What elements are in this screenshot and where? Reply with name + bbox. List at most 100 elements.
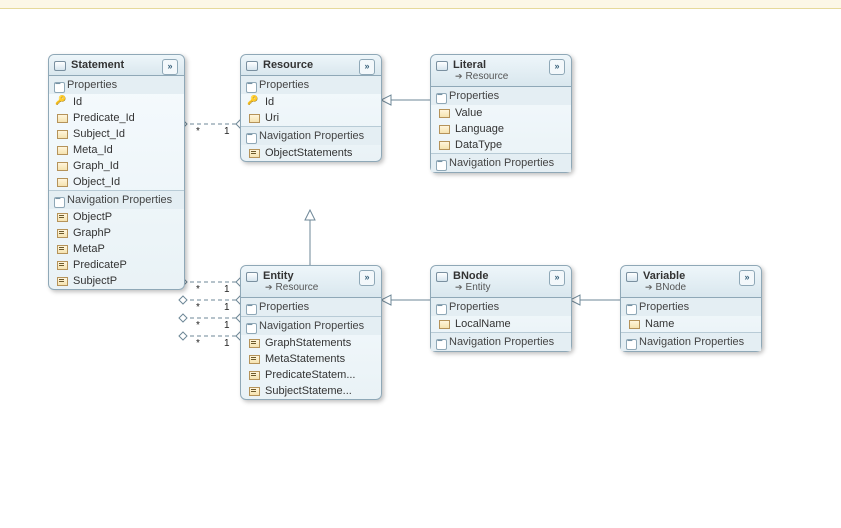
entity-bnode[interactable]: BNode Entity » Properties LocalName Navi… [430,265,572,352]
entity-icon [625,270,639,284]
nav-properties-section: Navigation Properties [621,333,761,351]
scalar-icon [55,144,69,156]
section-header[interactable]: Navigation Properties [431,333,571,351]
multiplicity-label: * [196,284,200,295]
collapse-icon[interactable]: » [359,59,375,75]
properties-section: Properties Id Predicate_Id Subject_Id Me… [49,76,184,191]
entity-literal[interactable]: Literal Resource » Properties Value Lang… [430,54,572,173]
property-row[interactable]: Object_Id [49,174,184,190]
property-row[interactable]: LocalName [431,316,571,332]
multiplicity-label: 1 [224,126,230,137]
section-header[interactable]: Properties [431,298,571,316]
nav-row[interactable]: PredicateP [49,257,184,273]
multiplicity-label: 1 [224,338,230,349]
nav-row[interactable]: GraphP [49,225,184,241]
nav-properties-section: Navigation Properties ObjectP GraphP Met… [49,191,184,289]
multiplicity-label: * [196,126,200,137]
multiplicity-label: * [196,338,200,349]
properties-section: Properties [241,298,381,317]
property-row[interactable]: Graph_Id [49,158,184,174]
property-row[interactable]: Uri [241,110,381,126]
collapse-icon[interactable]: » [739,270,755,286]
scalar-icon [247,112,261,124]
entity-entity[interactable]: Entity Resource » Properties Navigation … [240,265,382,400]
multiplicity-label: 1 [224,320,230,331]
entity-title[interactable]: Entity Resource » [241,266,381,298]
scalar-icon [437,318,451,330]
nav-icon [55,259,69,271]
nav-icon [247,337,261,349]
entity-icon [53,59,67,73]
multiplicity-label: 1 [224,302,230,313]
scalar-icon [55,128,69,140]
scalar-icon [55,160,69,172]
section-header[interactable]: Properties [49,76,184,94]
nav-row[interactable]: SubjectStateme... [241,383,381,399]
scalar-icon [627,318,641,330]
nav-row[interactable]: MetaStatements [241,351,381,367]
entity-icon [435,270,449,284]
nav-row[interactable]: ObjectP [49,209,184,225]
properties-section: Properties Value Language DataType [431,87,571,154]
nav-row[interactable]: SubjectP [49,273,184,289]
section-header[interactable]: Navigation Properties [621,333,761,351]
entity-icon [245,59,259,73]
scalar-icon [437,107,451,119]
entity-title[interactable]: Resource » [241,55,381,76]
key-icon [247,96,261,108]
key-icon [55,96,69,108]
properties-section: Properties Id Uri [241,76,381,127]
entity-title[interactable]: BNode Entity » [431,266,571,298]
section-header[interactable]: Properties [241,298,381,316]
entity-resource[interactable]: Resource » Properties Id Uri Navigation … [240,54,382,162]
collapse-icon[interactable]: » [359,270,375,286]
nav-icon [55,275,69,287]
properties-section: Properties Name [621,298,761,333]
property-row[interactable]: Value [431,105,571,121]
nav-icon [247,369,261,381]
nav-icon [55,227,69,239]
property-row[interactable]: Name [621,316,761,332]
entity-title-text: Variable [643,270,685,282]
entity-title[interactable]: Variable BNode » [621,266,761,298]
entity-title-text: Literal [453,59,486,71]
property-row[interactable]: Language [431,121,571,137]
nav-icon [247,353,261,365]
entity-title[interactable]: Statement » [49,55,184,76]
property-row[interactable]: Id [49,94,184,110]
nav-row[interactable]: PredicateStatem... [241,367,381,383]
entity-title[interactable]: Literal Resource » [431,55,571,87]
collapse-icon[interactable]: » [549,270,565,286]
section-header[interactable]: Properties [431,87,571,105]
section-header[interactable]: Navigation Properties [241,317,381,335]
collapse-icon[interactable]: » [162,59,178,75]
section-header[interactable]: Properties [241,76,381,94]
section-header[interactable]: Navigation Properties [49,191,184,209]
property-row[interactable]: Subject_Id [49,126,184,142]
section-header[interactable]: Properties [621,298,761,316]
nav-properties-section: Navigation Properties [431,154,571,172]
multiplicity-label: 1 [224,284,230,295]
property-row[interactable]: Meta_Id [49,142,184,158]
entity-variable[interactable]: Variable BNode » Properties Name Navigat… [620,265,762,352]
nav-row[interactable]: ObjectStatements [241,145,381,161]
scalar-icon [437,123,451,135]
collapse-icon[interactable]: » [549,59,565,75]
property-row[interactable]: Predicate_Id [49,110,184,126]
nav-row[interactable]: MetaP [49,241,184,257]
section-header[interactable]: Navigation Properties [431,154,571,172]
property-row[interactable]: DataType [431,137,571,153]
entity-icon [245,270,259,284]
nav-icon [247,385,261,397]
section-header[interactable]: Navigation Properties [241,127,381,145]
entity-statement[interactable]: Statement » Properties Id Predicate_Id S… [48,54,185,290]
multiplicity-label: * [196,320,200,331]
multiplicity-label: * [196,302,200,313]
entity-title-text: Resource [263,59,313,71]
nav-properties-section: Navigation Properties GraphStatements Me… [241,317,381,399]
entity-icon [435,59,449,73]
nav-row[interactable]: GraphStatements [241,335,381,351]
entity-title-text: Statement [71,59,124,71]
property-row[interactable]: Id [241,94,381,110]
nav-properties-section: Navigation Properties ObjectStatements [241,127,381,161]
